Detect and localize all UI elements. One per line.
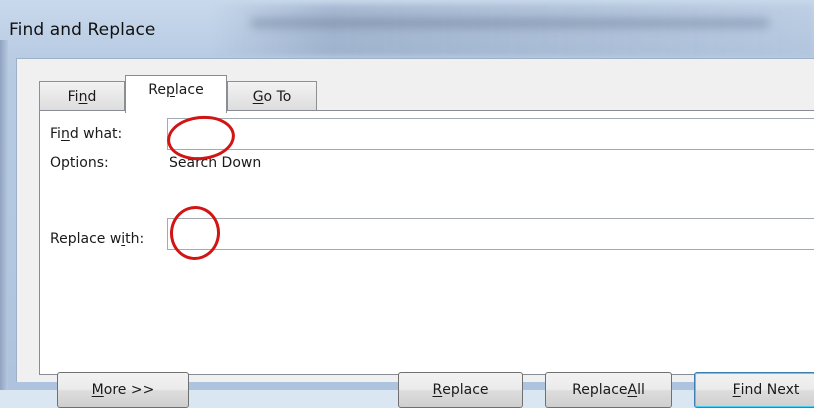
replace-with-label: Replace with: <box>50 231 145 247</box>
dialog-client-area: Find Replace Go To Find what: Options: S… <box>16 58 814 408</box>
find-next-button[interactable]: Find Next <box>694 372 814 408</box>
window-edge <box>0 40 8 390</box>
window-title: Find and Replace <box>9 20 156 40</box>
tab-replace[interactable]: Replace <box>125 75 227 113</box>
find-what-label: Find what: <box>50 126 123 142</box>
options-label: Options: <box>50 155 109 171</box>
options-value: Search Down <box>169 155 262 171</box>
blurred-background <box>210 4 814 56</box>
replace-panel: Find what: Options: Search Down Replace … <box>39 110 814 408</box>
replace-button[interactable]: Replace <box>398 372 523 408</box>
tab-find[interactable]: Find <box>39 81 125 111</box>
more-button[interactable]: More >> <box>57 372 189 408</box>
replace-with-input[interactable] <box>167 218 814 250</box>
replace-all-button[interactable]: Replace All <box>545 372 672 408</box>
find-what-input[interactable] <box>167 118 814 150</box>
tab-go-to[interactable]: Go To <box>227 81 317 111</box>
find-replace-window: Find and Replace Find Replace Go To Find… <box>0 0 814 408</box>
